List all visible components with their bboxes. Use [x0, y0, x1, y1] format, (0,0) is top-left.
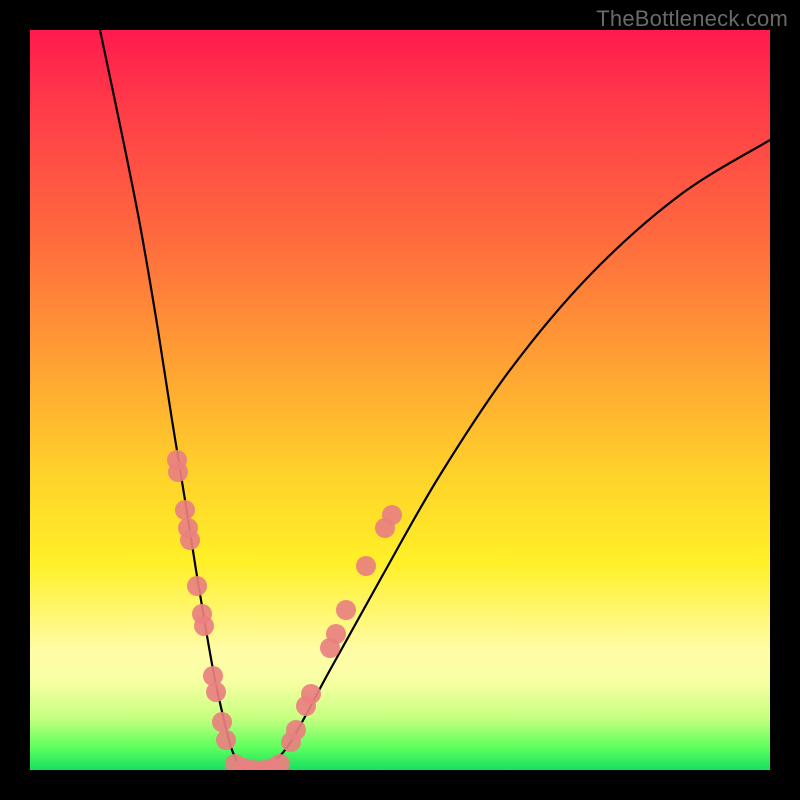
data-point [168, 462, 188, 482]
watermark-text: TheBottleneck.com [596, 6, 788, 32]
plot-area [30, 30, 770, 770]
data-point [336, 600, 356, 620]
data-point [356, 556, 376, 576]
data-point [326, 624, 346, 644]
frame: TheBottleneck.com [0, 0, 800, 800]
chart-svg [30, 30, 770, 770]
bottleneck-curve [100, 30, 770, 770]
data-point [175, 500, 195, 520]
data-point [270, 754, 290, 770]
data-point [180, 530, 200, 550]
data-point [212, 712, 232, 732]
data-point [216, 730, 236, 750]
data-point [194, 616, 214, 636]
data-point [301, 684, 321, 704]
data-point [187, 576, 207, 596]
data-point [286, 720, 306, 740]
data-point [206, 682, 226, 702]
data-point [382, 505, 402, 525]
scatter-dots [167, 450, 402, 770]
